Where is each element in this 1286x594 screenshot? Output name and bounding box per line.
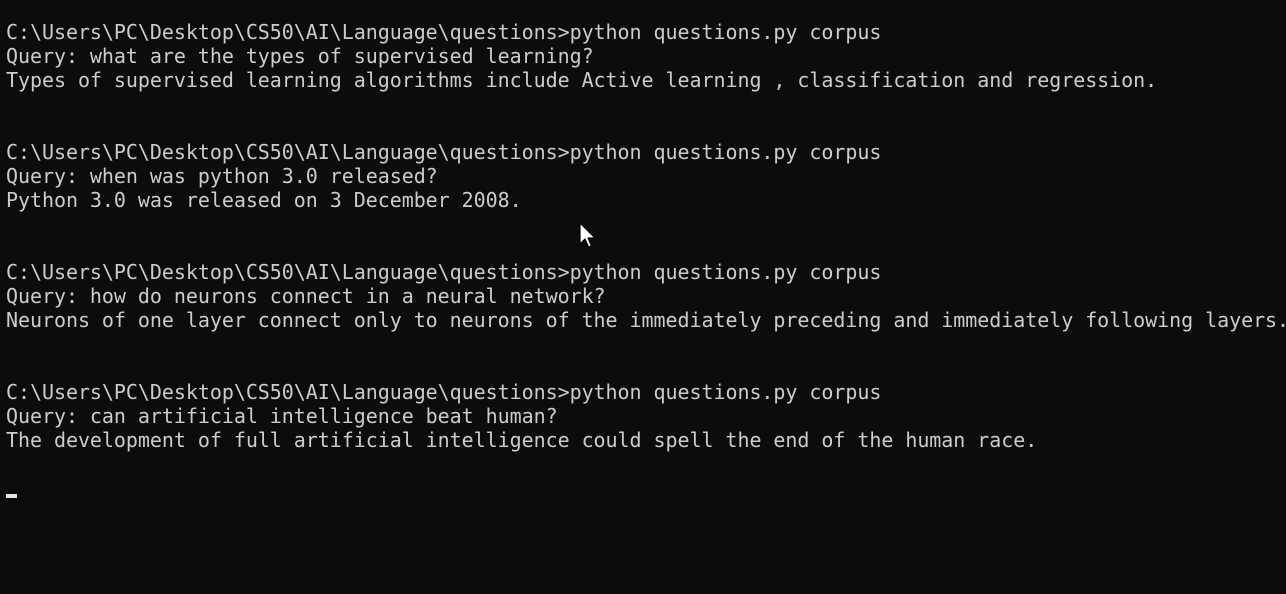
mouse-pointer-icon	[579, 222, 596, 248]
answer-line: The development of full artificial intel…	[6, 428, 1038, 452]
session-1: C:\Users\PC\Desktop\CS50\AI\Language\que…	[6, 20, 1286, 92]
command-prompt-line: C:\Users\PC\Desktop\CS50\AI\Language\que…	[6, 260, 882, 284]
terminal-window[interactable]: C:\Users\PC\Desktop\CS50\AI\Language\que…	[0, 0, 1286, 594]
command-prompt-line: C:\Users\PC\Desktop\CS50\AI\Language\que…	[6, 140, 882, 164]
answer-line: Neurons of one layer connect only to neu…	[6, 308, 1286, 332]
session-4: C:\Users\PC\Desktop\CS50\AI\Language\que…	[6, 380, 1286, 452]
session-3: C:\Users\PC\Desktop\CS50\AI\Language\que…	[6, 260, 1286, 332]
session-2: C:\Users\PC\Desktop\CS50\AI\Language\que…	[6, 140, 1286, 212]
command-prompt-line: C:\Users\PC\Desktop\CS50\AI\Language\que…	[6, 20, 882, 44]
query-line: Query: how do neurons connect in a neura…	[6, 284, 606, 308]
command-prompt-line: C:\Users\PC\Desktop\CS50\AI\Language\que…	[6, 380, 882, 404]
query-line: Query: what are the types of supervised …	[6, 44, 594, 68]
query-line: Query: can artificial intelligence beat …	[6, 404, 558, 428]
answer-line: Types of supervised learning algorithms …	[6, 68, 1158, 92]
query-line: Query: when was python 3.0 released?	[6, 164, 438, 188]
answer-line: Python 3.0 was released on 3 December 20…	[6, 188, 522, 212]
text-cursor	[6, 494, 17, 498]
